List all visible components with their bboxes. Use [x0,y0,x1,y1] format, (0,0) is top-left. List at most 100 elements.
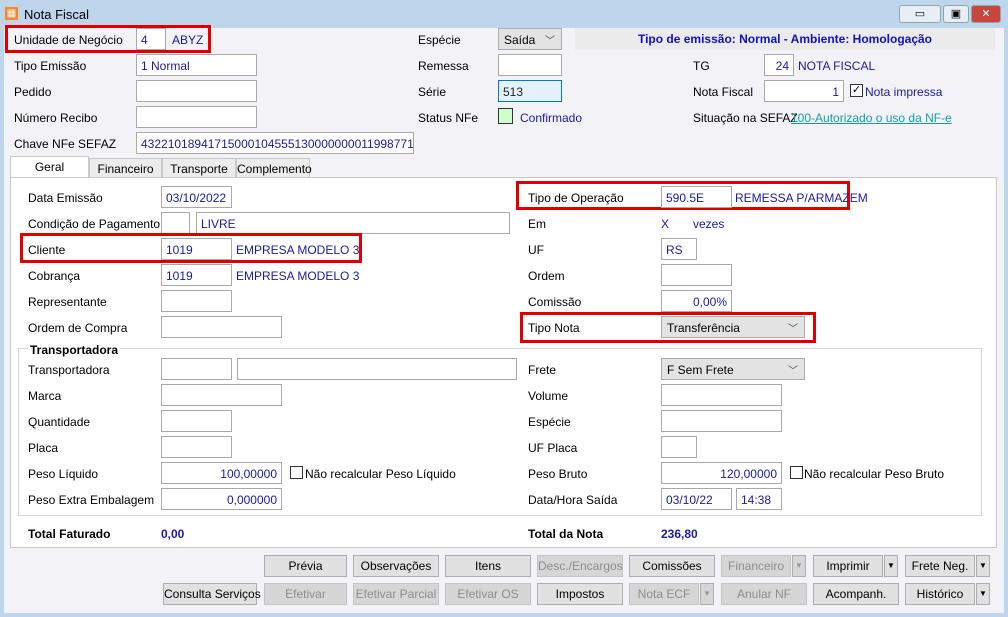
frete-select[interactable]: F Sem Frete ﹀ [661,358,805,380]
desc-encargos-button[interactable]: Desc./Encargos [537,555,623,577]
status-nfe-label: Status NFe [418,111,479,125]
tab-complemento[interactable]: Complemento [236,158,312,178]
tipo-nota-value: Transferência [667,321,740,335]
total-nota-label: Total da Nota [528,527,604,541]
nao-recalc-liquido-checkbox[interactable] [290,466,303,479]
marca-input[interactable] [161,384,282,406]
frete-label: Frete [528,363,557,377]
vezes-label: vezes [693,217,725,231]
placa-input[interactable] [161,436,232,458]
tipo-operacao-code-input[interactable]: 590.5E [661,186,732,208]
peso-bruto-input[interactable]: 120,00000 [661,462,782,484]
volume-label: Volume [528,389,569,403]
transportadora-name-input[interactable] [237,358,517,380]
representante-input[interactable] [161,290,232,312]
nota-impressa-checkbox[interactable]: ✓ [850,84,863,97]
marca-label: Marca [28,389,62,403]
volume-input[interactable] [661,384,782,406]
uf-input[interactable]: RS [661,238,697,260]
nao-recalc-bruto-checkbox[interactable] [790,466,803,479]
ordem-compra-label: Ordem de Compra [28,321,128,335]
frete-value: F Sem Frete [667,363,734,377]
pedido-label: Pedido [14,85,52,99]
cobranca-code-input[interactable]: 1019 [161,264,232,286]
chevron-down-icon: ﹀ [788,324,798,335]
status-color-indicator [498,108,513,124]
tab-transporte[interactable]: Transporte [162,158,236,178]
efetivar-parcial-button[interactable]: Efetivar Parcial [353,583,439,605]
situacao-link[interactable]: 100-Autorizado o uso da NF-e [791,111,952,125]
nao-recalc-bruto-label: Não recalcular Peso Bruto [804,467,945,481]
hora-saida-input[interactable]: 14:38 [736,488,782,510]
minimize-button[interactable]: ▭ [899,5,941,23]
transportadora-label: Transportadora [28,363,110,377]
condicao-name-input[interactable]: LIVRE [196,212,510,234]
tipo-emissao-input[interactable]: 1 Normal [136,54,257,76]
especie-label: Espécie [418,33,461,47]
historico-dropdown-icon[interactable]: ▼ [976,583,990,605]
peso-liquido-input[interactable]: 100,00000 [161,462,282,484]
acompanh-button[interactable]: Acompanh. [813,583,899,605]
ordem-compra-input[interactable] [161,316,282,338]
uf-placa-input[interactable] [661,436,697,458]
ordem-input[interactable] [661,264,732,286]
frete-neg-button[interactable]: Frete Neg. [905,555,975,577]
numero-recibo-input[interactable] [136,106,257,128]
data-emissao-input[interactable]: 03/10/2022 [161,186,232,208]
nota-fiscal-input[interactable]: 1 [764,80,844,102]
nao-recalc-liquido-label: Não recalcular Peso Líquido [305,467,456,481]
previa-button[interactable]: Prévia [264,555,347,577]
serie-input[interactable]: 513 [498,80,562,102]
representante-label: Representante [28,295,107,309]
app-icon: ▦ [5,7,18,20]
condicao-code-input[interactable] [161,212,190,234]
comissoes-button[interactable]: Comissões [629,555,715,577]
peso-extra-input[interactable]: 0,000000 [161,488,282,510]
cobranca-name: EMPRESA MODELO 3 [236,269,360,283]
ordem-label: Ordem [528,269,565,283]
remessa-label: Remessa [418,59,469,73]
window-title: Nota Fiscal [24,7,90,22]
efetivar-os-button[interactable]: Efetivar OS [445,583,531,605]
itens-button[interactable]: Itens [445,555,531,577]
tipo-operacao-name: REMESSA P/ARMAZEM [735,191,868,205]
imprimir-dropdown-icon[interactable]: ▼ [884,555,898,577]
cliente-name: EMPRESA MODELO 3 [236,243,360,257]
tab-financeiro[interactable]: Financeiro [89,158,162,178]
cliente-code-input[interactable]: 1019 [161,238,232,260]
financeiro-button[interactable]: Financeiro [721,555,791,577]
peso-extra-label: Peso Extra Embalagem [28,493,155,507]
imprimir-button[interactable]: Imprimir [813,555,883,577]
frete-neg-dropdown-icon[interactable]: ▼ [976,555,990,577]
emission-banner: Tipo de emissão: Normal - Ambiente: Homo… [575,28,995,50]
nota-ecf-dropdown-icon[interactable]: ▼ [700,583,714,605]
total-nota-value: 236,80 [661,527,698,541]
comissao-input[interactable]: 0,00% [661,290,732,312]
pedido-input[interactable] [136,80,257,102]
restore-button[interactable]: ▣ [943,5,969,23]
consulta-servicos-button[interactable]: Consulta Serviços [163,583,261,605]
historico-button[interactable]: Histórico [905,583,975,605]
tab-geral[interactable]: Geral [10,156,89,177]
observacoes-button[interactable]: Observações [353,555,439,577]
chave-input[interactable]: 4322101894171500010455513000000001199877… [136,132,414,154]
efetivar-button[interactable]: Efetivar [264,583,347,605]
transportadora-code-input[interactable] [161,358,232,380]
nota-impressa-label: Nota impressa [865,85,943,99]
especie-select[interactable]: Saída ﹀ [498,28,562,50]
nota-fiscal-label: Nota Fiscal [693,85,754,99]
close-button[interactable]: ✕ [971,5,1001,23]
nota-ecf-button[interactable]: Nota ECF [629,583,699,605]
financeiro-dropdown-icon[interactable]: ▼ [792,555,806,577]
tg-code-input[interactable]: 24 [764,54,794,76]
data-saida-input[interactable]: 03/10/22 [661,488,732,510]
unidade-code-input[interactable]: 4 [136,28,166,50]
tipo-emissao-label: Tipo Emissão [14,59,87,73]
remessa-input[interactable] [498,54,562,76]
data-emissao-label: Data Emissão [28,191,103,205]
impostos-button[interactable]: Impostos [537,583,623,605]
quantidade-input[interactable] [161,410,232,432]
especie-transp-input[interactable] [661,410,782,432]
anular-nf-button[interactable]: Anular NF [721,583,807,605]
tipo-nota-select[interactable]: Transferência ﹀ [661,316,805,338]
